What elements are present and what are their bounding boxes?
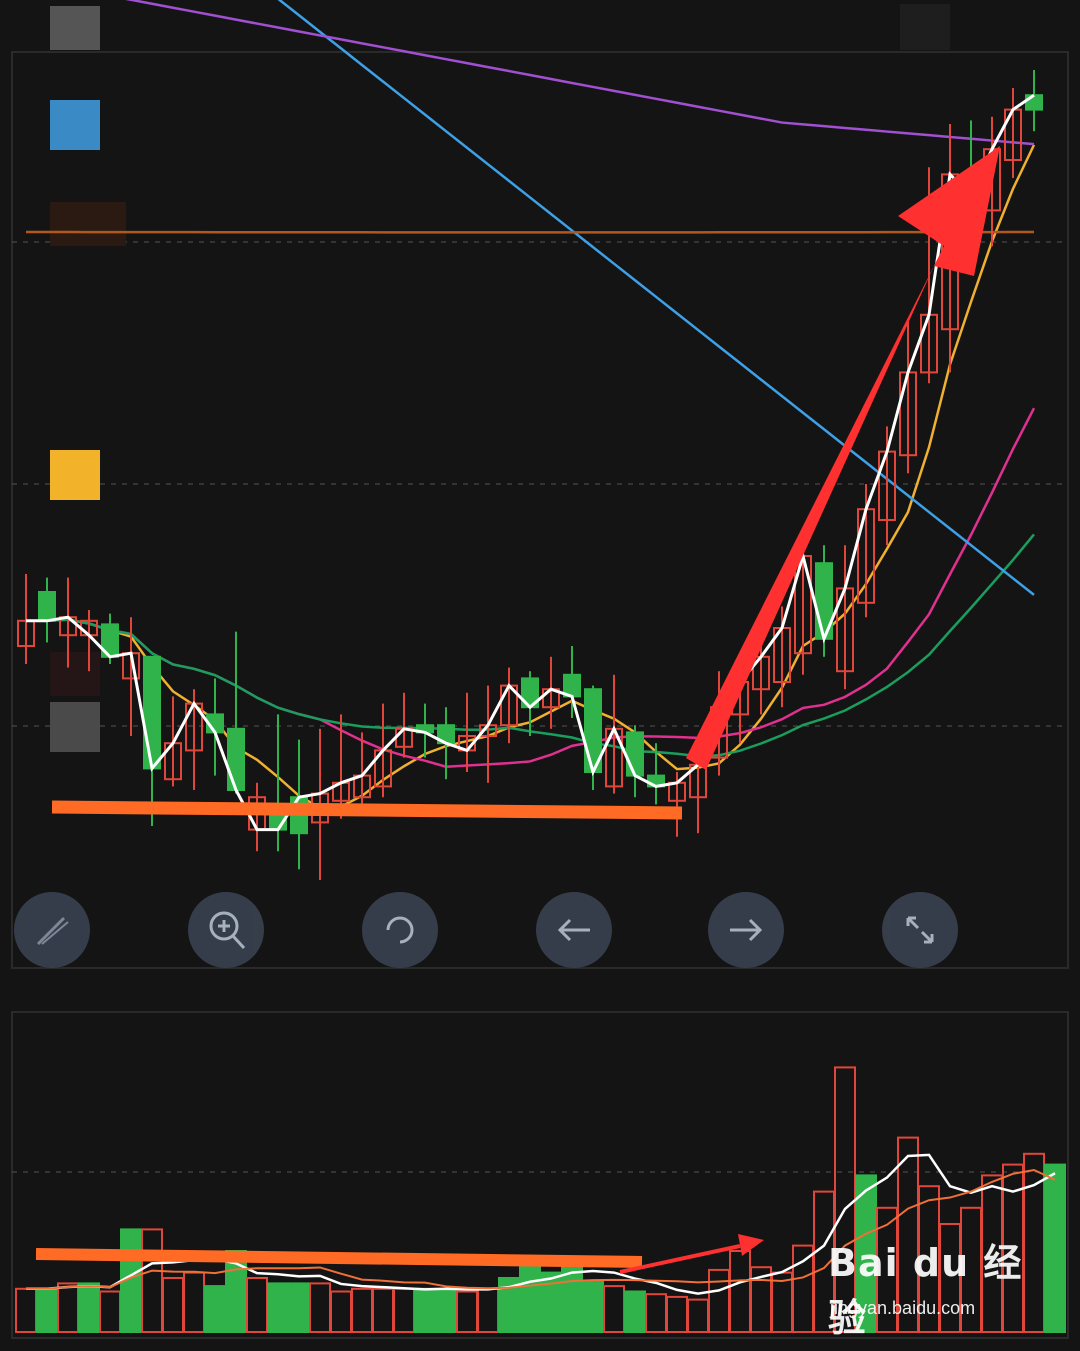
volume-bar	[729, 1250, 751, 1333]
watermark-url: jingyan.baidu.com	[830, 1298, 976, 1318]
volume-bar	[204, 1285, 226, 1333]
ma-line-purple	[125, 0, 1035, 146]
ma-line-blue	[277, 0, 1035, 596]
volume-bar	[267, 1282, 289, 1334]
volume-bar	[246, 1277, 268, 1333]
legend-swatch-blue	[50, 100, 100, 150]
refresh-button[interactable]	[362, 892, 438, 968]
volume-bar	[645, 1293, 667, 1333]
volume-bar	[414, 1287, 436, 1334]
volume-bar	[162, 1277, 184, 1333]
volume-bar	[708, 1268, 730, 1334]
arrow-left-icon	[557, 918, 590, 942]
volume-bar	[477, 1287, 499, 1334]
candle-body	[38, 591, 56, 622]
volume-bar	[687, 1298, 709, 1333]
fullscreen-button[interactable]	[882, 892, 958, 968]
volume-bar	[15, 1287, 37, 1334]
volume-bar	[309, 1282, 331, 1334]
next-button[interactable]	[708, 892, 784, 968]
legend-swatch-corner	[900, 4, 950, 50]
refresh-icon	[386, 916, 414, 944]
volume-bar	[603, 1285, 625, 1333]
legend-swatch-gray	[50, 702, 100, 752]
expand-icon	[906, 916, 934, 944]
zoom-in-button[interactable]	[188, 892, 264, 968]
legend-swatch-yellow	[50, 450, 100, 500]
legend-swatch-gray-top	[50, 6, 100, 50]
volume-bar	[1044, 1163, 1066, 1333]
volume-bar	[519, 1260, 541, 1334]
volume-bar	[330, 1290, 352, 1333]
volume-bar	[36, 1287, 58, 1334]
volume-bar	[78, 1282, 100, 1334]
volume-bar	[456, 1290, 478, 1333]
volume-bar	[666, 1295, 688, 1334]
zoom-in-icon	[209, 911, 246, 950]
volume-bar	[57, 1282, 79, 1334]
support-line	[51, 800, 683, 820]
volume-bar	[288, 1282, 310, 1334]
volume-bar	[183, 1271, 205, 1333]
volume-bar	[540, 1271, 562, 1333]
volume-bar	[624, 1290, 646, 1333]
prev-button[interactable]	[536, 892, 612, 968]
volume-bar	[351, 1287, 373, 1334]
arrow-right-icon	[730, 918, 763, 942]
watermark-brand: Bai du 经验	[828, 1241, 1023, 1340]
volume-bar	[372, 1287, 394, 1334]
up-trend-arrow	[686, 146, 1000, 770]
volume-bar	[582, 1279, 604, 1333]
volume-bar	[99, 1290, 121, 1333]
volume-bar	[792, 1244, 814, 1333]
baidu-watermark: Bai du 经验 jingyan.baidu.com	[828, 1232, 1028, 1340]
legend-swatch-brown	[50, 202, 126, 246]
candle-body	[143, 655, 161, 770]
candlesticks	[17, 70, 1043, 880]
stock-chart	[11, 0, 1069, 1339]
draw-tool-button[interactable]	[14, 892, 90, 968]
pencil-icon	[36, 916, 69, 946]
volume-support-line	[35, 1248, 643, 1268]
volume-bar	[435, 1287, 457, 1334]
legend-swatch-dark	[50, 652, 100, 696]
candle-body	[626, 731, 644, 777]
candle-body	[227, 727, 245, 791]
volume-bar	[393, 1287, 415, 1334]
volume-bar	[141, 1228, 163, 1334]
